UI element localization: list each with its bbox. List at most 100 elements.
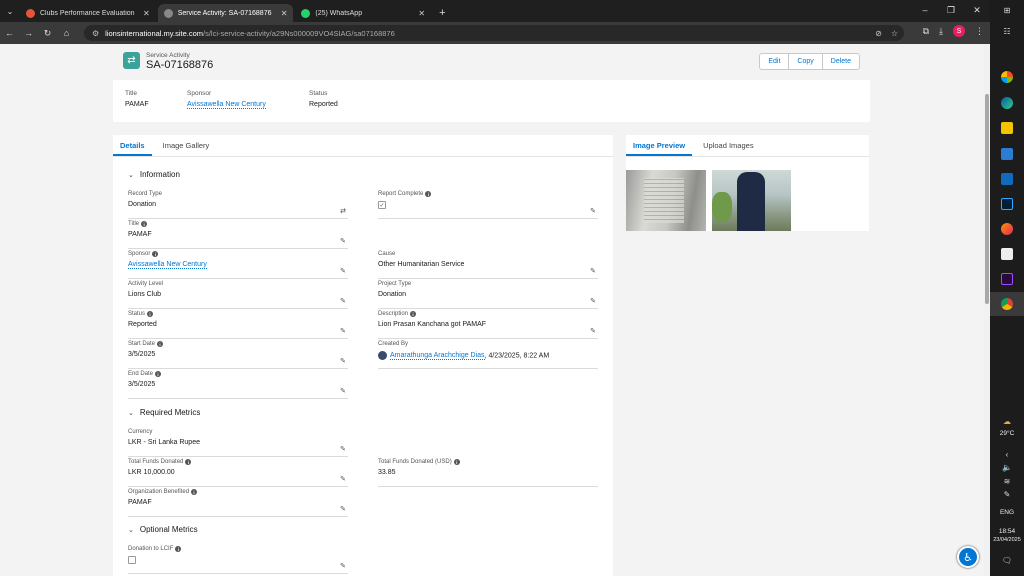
created-by-user-link[interactable]: Amarathunga Arachchige Dias (390, 352, 485, 361)
pencil-icon[interactable]: ✎ (340, 445, 346, 453)
edge-icon[interactable] (1001, 97, 1013, 109)
new-tab-button[interactable]: + (433, 4, 451, 22)
clock-date[interactable]: 23/04/2025 (990, 537, 1024, 543)
weather-icon[interactable]: ☁ (990, 417, 1024, 426)
reload-icon[interactable]: ↻ (38, 28, 57, 39)
pencil-icon[interactable]: ✎ (340, 505, 346, 513)
firefox-icon[interactable] (1001, 223, 1013, 235)
eye-off-icon[interactable]: ⊘ (875, 29, 882, 38)
pencil-icon[interactable]: ✎ (340, 237, 346, 245)
details-panel: Details Image Gallery ⌄ Information Reco… (113, 135, 613, 576)
browser-tab-service-activity[interactable]: Service Activity: SA-07168876 ✕ (157, 4, 294, 22)
forward-icon[interactable]: → (19, 28, 38, 38)
store-icon[interactable] (1001, 148, 1013, 160)
info-icon[interactable]: i (141, 221, 148, 227)
tab-favicon (26, 8, 35, 18)
chrome-icon[interactable] (1001, 298, 1013, 310)
site-info-icon[interactable]: ⚙ (92, 29, 99, 38)
pencil-icon[interactable]: ✎ (590, 267, 596, 275)
info-icon[interactable]: i (175, 546, 182, 552)
window-controls: – ❐ ✕ (912, 0, 990, 22)
pencil-icon[interactable]: ✎ (340, 357, 346, 365)
info-icon[interactable]: i (185, 459, 192, 465)
clock-time[interactable]: 18:54 (990, 528, 1024, 535)
tab-image-gallery[interactable]: Image Gallery (156, 135, 217, 156)
close-tab-icon[interactable]: ✕ (281, 9, 288, 18)
notifications-icon[interactable]: 🗨 (990, 556, 1024, 565)
edit-button[interactable]: Edit (760, 54, 790, 69)
info-icon[interactable]: i (410, 311, 417, 317)
restore-icon[interactable]: ❐ (938, 0, 964, 22)
sponsor-link[interactable]: Avissawella New Century (187, 101, 266, 109)
url-path: /s/lci-service-activity/a29Ns000009VO4SI… (203, 28, 395, 38)
pencil-icon[interactable]: ✎ (340, 387, 346, 395)
change-record-type-icon[interactable]: ⇄ (340, 207, 346, 215)
close-tab-icon[interactable]: ✕ (143, 9, 150, 18)
pencil-icon[interactable]: ✎ (590, 297, 596, 305)
info-icon[interactable]: i (155, 371, 162, 377)
delete-button[interactable]: Delete (823, 54, 859, 69)
info-icon[interactable]: i (453, 459, 460, 465)
scrollbar-thumb[interactable] (985, 94, 989, 304)
pencil-icon[interactable]: ✎ (340, 475, 346, 483)
weather-temp[interactable]: 29°C (990, 430, 1024, 437)
browser-tab-whatsapp[interactable]: (25) WhatsApp ✕ (295, 4, 432, 22)
volume-icon[interactable]: 🔈 (990, 463, 1024, 472)
file-explorer-icon[interactable] (1001, 122, 1013, 134)
sponsor-field-link[interactable]: Avissawella New Century (128, 261, 207, 269)
profile-avatar[interactable]: S (953, 25, 965, 37)
home-icon[interactable]: ⌂ (57, 28, 76, 38)
donation-lcif-checkbox[interactable] (128, 556, 136, 564)
image-thumbnail-person[interactable] (712, 170, 791, 231)
field-organization-benefited: Organization Benefited i PAMAF ✎ (128, 489, 348, 517)
outlook-icon[interactable] (1001, 173, 1013, 185)
app-icon[interactable] (1001, 248, 1013, 260)
info-icon[interactable]: i (191, 489, 198, 495)
field-project-type: Project Type Donation ✎ (378, 281, 598, 309)
field-label: Sponsor (128, 251, 151, 257)
image-thumbnail-document[interactable] (626, 170, 706, 231)
browser-tab-clubs-performance[interactable]: Clubs Performance Evaluation ✕ (20, 4, 156, 22)
close-window-icon[interactable]: ✕ (964, 0, 990, 22)
tab-upload-images[interactable]: Upload Images (696, 135, 760, 156)
back-icon[interactable]: ← (0, 28, 19, 38)
url-host: lionsinternational.my.site.com (105, 28, 203, 38)
windows-start-icon[interactable]: ⊞ (990, 6, 1024, 15)
info-icon[interactable]: i (152, 251, 159, 257)
photoshop-icon[interactable] (1001, 198, 1013, 210)
bookmark-star-icon[interactable]: ☆ (891, 29, 898, 38)
tab-image-preview[interactable]: Image Preview (626, 135, 693, 156)
pencil-icon[interactable]: ✎ (590, 207, 596, 215)
browser-menu-icon[interactable]: ⋮ (975, 26, 984, 37)
field-created-by: Created By Amarathunga Arachchige Dias, … (378, 341, 598, 369)
section-required-metrics[interactable]: ⌄ Required Metrics (128, 408, 200, 417)
chevron-up-icon[interactable]: ‹ (990, 450, 1024, 459)
info-icon[interactable]: i (425, 191, 432, 197)
copy-button[interactable]: Copy (789, 54, 823, 69)
downloads-icon[interactable]: ⤓ (939, 26, 943, 37)
tab-details[interactable]: Details (113, 135, 152, 156)
section-optional-metrics[interactable]: ⌄ Optional Metrics (128, 525, 198, 534)
pencil-icon[interactable]: ✎ (590, 327, 596, 335)
wifi-icon[interactable]: ≋ (990, 477, 1024, 486)
report-complete-checkbox[interactable]: ✓ (378, 201, 386, 209)
extensions-icon[interactable]: ⧉ (923, 26, 929, 37)
language-indicator[interactable]: ENG (990, 509, 1024, 516)
minimize-icon[interactable]: – (912, 0, 938, 22)
info-icon[interactable]: i (147, 311, 154, 317)
pencil-icon[interactable]: ✎ (340, 562, 346, 570)
pencil-icon[interactable]: ✎ (340, 267, 346, 275)
pen-icon[interactable]: ✎ (990, 490, 1024, 499)
highlight-sponsor: Sponsor Avissawella New Century (187, 90, 266, 109)
section-information[interactable]: ⌄ Information (128, 170, 180, 179)
info-icon[interactable]: i (157, 341, 164, 347)
tab-search-icon[interactable]: ⌄ (0, 0, 20, 22)
copilot-icon[interactable] (1001, 71, 1013, 83)
address-bar[interactable]: ⚙ lionsinternational.my.site.com/s/lci-s… (84, 25, 904, 41)
premiere-icon[interactable] (1001, 273, 1013, 285)
widgets-icon[interactable]: ☷ (990, 27, 1024, 36)
pencil-icon[interactable]: ✎ (340, 327, 346, 335)
close-tab-icon[interactable]: ✕ (418, 9, 425, 18)
accessibility-icon[interactable]: ♿ (957, 546, 979, 568)
pencil-icon[interactable]: ✎ (340, 297, 346, 305)
